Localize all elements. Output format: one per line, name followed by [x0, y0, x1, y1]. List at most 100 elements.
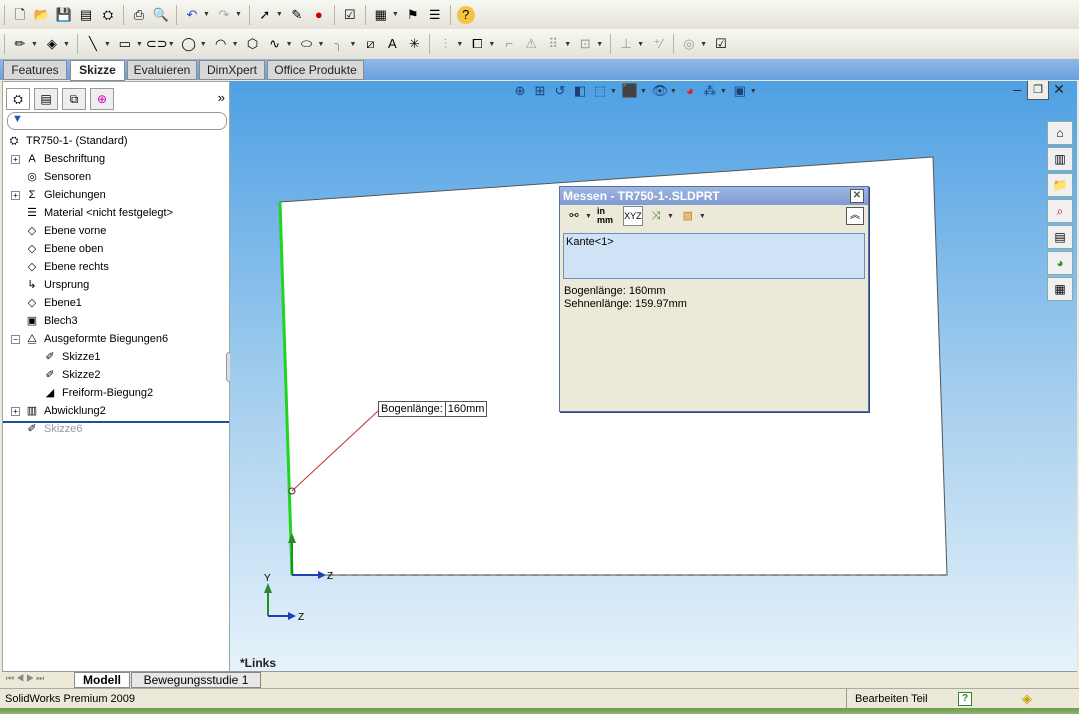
tree-item[interactable]: − ⧋ Ausgeformte Biegungen6	[3, 330, 229, 348]
relations-icon[interactable]: ⊥	[617, 35, 635, 53]
appearance-icon[interactable]: ◕	[680, 82, 700, 100]
zoom-to-fit-icon[interactable]: ⊕	[510, 82, 530, 100]
slot-icon[interactable]: ⊂⊃	[146, 35, 168, 53]
collapse-dialog-icon[interactable]: ︽	[846, 207, 864, 225]
move-entities-icon[interactable]: ⊡	[576, 35, 594, 53]
home-icon[interactable]: ⌂	[1047, 121, 1073, 145]
tab-modell[interactable]: Modell	[74, 672, 130, 688]
expand-icon[interactable]: +	[11, 407, 20, 416]
view-orientation-icon[interactable]: ⬚	[590, 82, 610, 100]
tree-item[interactable]: ◇ Ebene vorne	[3, 222, 229, 240]
new-file-icon[interactable]: 🗋	[11, 6, 29, 24]
tree-item[interactable]: ↳ Ursprung	[3, 276, 229, 294]
tree-item[interactable]: + ▥ Abwicklung2	[3, 402, 229, 420]
expand-icon[interactable]: +	[11, 155, 20, 164]
tab-dimxpert[interactable]: DimXpert	[199, 60, 265, 80]
arc-icon[interactable]: ◠	[212, 35, 230, 53]
xyz-measure-icon[interactable]: XYZ	[622, 206, 643, 226]
print-icon[interactable]: ⎙	[130, 6, 148, 24]
options-icon[interactable]: ☑	[341, 6, 359, 24]
rapid-sketch-icon[interactable]: ☑	[712, 35, 730, 53]
polygon-icon[interactable]: ⬡	[244, 35, 262, 53]
zoom-area-icon[interactable]: ⊞	[530, 82, 550, 100]
close-icon[interactable]: ✕	[850, 189, 864, 203]
offset-icon[interactable]: ⌐	[500, 35, 518, 53]
file-explorer-icon[interactable]: 📁	[1047, 173, 1073, 197]
print-preview-icon[interactable]: 🔍	[152, 6, 170, 24]
view-settings-icon[interactable]: ▣	[730, 82, 750, 100]
selected-entity[interactable]: Kante<1>	[566, 236, 862, 248]
expand-panel-icon[interactable]: »	[218, 90, 225, 105]
feature-tree-tab-icon[interactable]: ⛭	[6, 88, 30, 110]
tab-scroll-icon[interactable]: ⏮◀▶⏭	[6, 673, 46, 684]
quick-snaps-icon[interactable]: ⁺∕	[649, 35, 667, 53]
point-to-point-icon[interactable]: ⤨	[647, 207, 665, 225]
tree-filter-input[interactable]: ▼	[7, 112, 227, 130]
tree-item[interactable]: ✐ Skizze1	[3, 348, 229, 366]
help-icon[interactable]: ?	[958, 692, 972, 706]
dimxpert-tab-icon[interactable]: ⊕	[90, 88, 114, 110]
tab-skizze[interactable]: Skizze	[70, 60, 125, 81]
rectangle-icon[interactable]: ▭	[116, 35, 134, 53]
redo-icon[interactable]: ↷	[215, 6, 233, 24]
scene-icon[interactable]: ⁂	[700, 82, 720, 100]
smart-dimension-icon[interactable]: ◈	[43, 35, 61, 53]
print-setup-icon[interactable]: ▤	[77, 6, 95, 24]
appearances-icon[interactable]: ◕	[1047, 251, 1073, 275]
selection-box[interactable]: Kante<1>	[563, 233, 865, 279]
configuration-tab-icon[interactable]: ⧉	[62, 88, 86, 110]
point-icon[interactable]: ✳	[405, 35, 423, 53]
property-manager-tab-icon[interactable]: ▤	[34, 88, 58, 110]
tree-item[interactable]: ⛭ TR750-1- (Standard)	[3, 132, 229, 150]
circle-icon[interactable]: ◯	[180, 35, 198, 53]
expand-icon[interactable]: +	[11, 191, 20, 200]
rebuild-icon[interactable]: ⛭	[99, 6, 117, 24]
measure-dialog-title[interactable]: Messen - TR750-1-.SLDPRT ✕	[560, 187, 868, 205]
centerline-icon[interactable]: ⫶	[436, 35, 454, 53]
open-file-icon[interactable]: 📂	[33, 6, 51, 24]
tag-icon[interactable]: ◈	[1022, 689, 1032, 709]
plane-tool-icon[interactable]: ⧄	[361, 35, 379, 53]
fillet-icon[interactable]: ╮	[329, 35, 347, 53]
list-icon[interactable]: ☰	[426, 6, 444, 24]
tree-item[interactable]: ◇ Ebene rechts	[3, 258, 229, 276]
graphics-area[interactable]: Z Y Z ⊕ ⊞ ↺ ◧ ⬚ ▼ ⬛ ▼ 👁 ▼ ◕ ⁂ ▼ ▣ ▼ – ❐ ✕ ⌂ ▥…	[230, 81, 1077, 671]
tab-bewegungsstudie[interactable]: Bewegungsstudie 1	[131, 672, 261, 688]
tree-item[interactable]: + Σ Gleichungen	[3, 186, 229, 204]
tab-evaluieren[interactable]: Evaluieren	[127, 60, 197, 80]
units-precision-button[interactable]: in mm	[597, 207, 619, 225]
previous-view-icon[interactable]: ↺	[550, 82, 570, 100]
file-properties-icon[interactable]: ▦	[372, 6, 390, 24]
close-icon[interactable]: ✕	[1049, 81, 1069, 98]
tree-item[interactable]: ✐ Skizze2	[3, 366, 229, 384]
design-library-icon[interactable]: ▥	[1047, 147, 1073, 171]
minimize-icon[interactable]: –	[1007, 81, 1027, 98]
restore-icon[interactable]: ❐	[1027, 81, 1049, 100]
tree-item[interactable]: ◇ Ebene1	[3, 294, 229, 312]
search-icon[interactable]: ⌕	[1047, 199, 1073, 223]
pattern-icon[interactable]: ⠿	[544, 35, 562, 53]
collapse-icon[interactable]: −	[11, 335, 20, 344]
view-palette-icon[interactable]: ▤	[1047, 225, 1073, 249]
hide-show-icon[interactable]: 👁	[650, 82, 670, 100]
edit-sketch-icon[interactable]: ✎	[288, 6, 306, 24]
display-style-icon[interactable]: ⬛	[620, 82, 640, 100]
tree-item[interactable]: + A Beschriftung	[3, 150, 229, 168]
select-icon[interactable]: ➚	[256, 6, 274, 24]
tab-office-produkte[interactable]: Office Produkte	[267, 60, 364, 80]
rollback-bar[interactable]	[3, 421, 229, 423]
section-view-icon[interactable]: ◧	[570, 82, 590, 100]
save-icon[interactable]: 💾	[55, 6, 73, 24]
ellipse-icon[interactable]: ⬭	[298, 35, 316, 53]
line-icon[interactable]: ╲	[84, 35, 102, 53]
tree-item[interactable]: ◢ Freiform-Biegung2	[3, 384, 229, 402]
convert-entities-icon[interactable]: ⧠	[468, 35, 486, 53]
tree-item[interactable]: ◇ Ebene oben	[3, 240, 229, 258]
mirror-icon[interactable]: ⚠	[522, 35, 540, 53]
select-filter-icon[interactable]: ⚑	[404, 6, 422, 24]
tree-item[interactable]: ▣ Blech3	[3, 312, 229, 330]
tree-item[interactable]: ◎ Sensoren	[3, 168, 229, 186]
custom-properties-icon[interactable]: ▦	[1047, 277, 1073, 301]
coordinate-system-icon[interactable]: ▧	[679, 207, 697, 225]
tab-features[interactable]: Features	[3, 60, 67, 80]
